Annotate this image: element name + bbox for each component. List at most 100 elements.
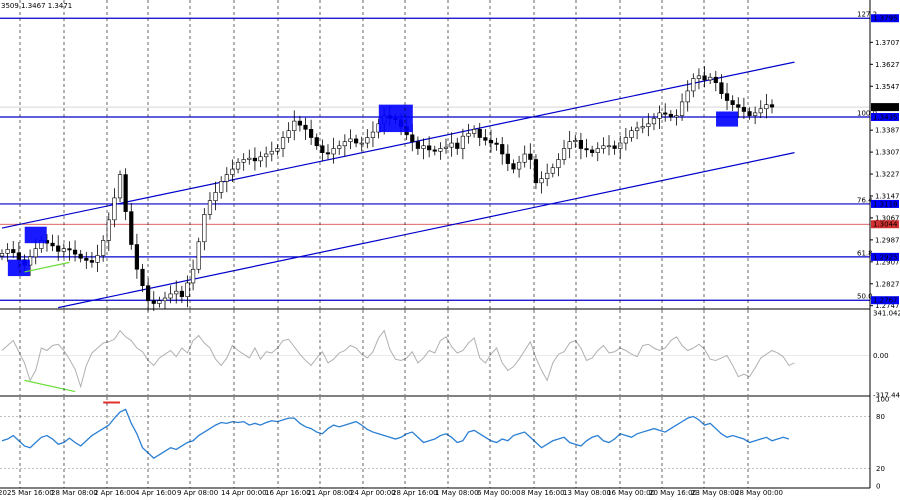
candle-body — [196, 241, 201, 270]
candle-body — [78, 253, 83, 259]
candle-body — [415, 141, 421, 149]
cci-panel — [0, 329, 870, 393]
y-tick-label: 1.3387 — [875, 127, 900, 135]
candle-body — [5, 249, 10, 254]
candle-body — [337, 145, 342, 149]
candle-body — [224, 174, 229, 182]
candle-body — [213, 192, 218, 201]
price-label: 1.3118 — [873, 200, 898, 208]
candle-body — [674, 115, 679, 118]
candle-body — [494, 142, 499, 145]
candle-body — [651, 118, 657, 125]
candle-body — [353, 138, 359, 144]
candle-body — [635, 127, 640, 131]
candle-body — [101, 240, 106, 256]
candle-body — [601, 145, 606, 149]
candle-body — [241, 159, 246, 163]
candle-body — [730, 100, 735, 105]
candle-body — [550, 167, 555, 174]
x-tick-label: 25 Mar 16:00 — [7, 489, 54, 497]
price-label: 1.3435 — [873, 113, 898, 121]
cci-tick-label: 0.00 — [873, 352, 889, 360]
y-tick-label: 1.3707 — [875, 39, 900, 47]
rsi-line — [1, 408, 790, 459]
candle-body — [449, 142, 454, 148]
candle-body — [134, 244, 139, 270]
candle-body — [719, 82, 724, 94]
price-label: 1.2767 — [873, 297, 898, 305]
x-tick-label: 21 Apr 08:00 — [307, 489, 353, 497]
candle-body — [370, 131, 376, 138]
candle-body — [443, 146, 449, 149]
candle-body — [590, 149, 595, 153]
rsi-panel — [0, 401, 870, 469]
x-tick-label: 28 Mar 08:00 — [51, 489, 98, 497]
candle-body — [606, 145, 612, 148]
candle-body — [185, 282, 190, 297]
y-tick-label: 1.3547 — [875, 83, 900, 91]
highlight-box — [378, 104, 413, 133]
highlight-box — [7, 259, 30, 277]
candle-body — [623, 137, 628, 144]
candle-body — [646, 123, 651, 127]
candle-body — [691, 78, 696, 92]
candle-body — [320, 145, 325, 153]
candle-body — [72, 249, 78, 255]
candle-body — [95, 255, 100, 263]
channel-line — [1, 61, 795, 229]
candle-body — [769, 104, 775, 108]
candle-body — [472, 129, 477, 134]
candle-body — [247, 157, 252, 160]
candle-body — [438, 148, 443, 152]
candle-body — [427, 145, 432, 151]
candle-body — [359, 142, 364, 145]
candle-body — [668, 113, 673, 118]
candle-body — [309, 129, 314, 138]
x-tick-label: 24 Apr 00:00 — [350, 489, 396, 497]
candle-body — [612, 145, 617, 149]
candle-body — [123, 174, 128, 212]
candle-body — [252, 157, 258, 162]
candle-body — [157, 300, 162, 304]
x-tick-label: 2 Apr 16:00 — [94, 489, 135, 497]
candle-body — [67, 248, 72, 251]
y-tick-label: 1.2987 — [875, 236, 900, 244]
candle-body — [303, 124, 308, 130]
candle-body — [202, 214, 207, 243]
candle-body — [516, 161, 522, 170]
candle-body — [522, 153, 527, 163]
candle-body — [179, 290, 184, 297]
candle-body — [663, 112, 668, 115]
x-tick-label: 20 — [0, 489, 7, 497]
price-label: 1.2925 — [873, 253, 898, 261]
x-tick-label: 16 May 00:00 — [607, 489, 655, 497]
candle-body — [140, 268, 145, 286]
candle-body — [190, 268, 196, 284]
y-tick-label: 1.3307 — [875, 149, 900, 157]
candle-body — [33, 248, 38, 258]
candle-body — [708, 76, 713, 81]
candle-body — [567, 141, 572, 149]
cci-divergence-line — [24, 379, 76, 393]
candle-body — [264, 153, 269, 158]
rsi-tick-label: 20 — [876, 465, 885, 473]
candle-body — [545, 172, 550, 180]
candle-body — [758, 108, 763, 114]
x-tick-label: 14 Apr 00:00 — [221, 489, 267, 497]
candle-body — [275, 148, 280, 152]
x-tick-label: 1 May 08:00 — [435, 489, 479, 497]
x-tick-label: 4 Apr 16:00 — [135, 489, 176, 497]
price-label: 1.3044 — [873, 221, 898, 229]
candle-body — [528, 153, 533, 160]
candle-body — [348, 138, 353, 142]
channel-line — [58, 152, 795, 309]
candle-body — [736, 104, 741, 108]
candle-body — [0, 253, 5, 257]
x-tick-label: 23 May 08:00 — [691, 489, 739, 497]
candle-body — [280, 137, 286, 149]
candle-body — [505, 153, 510, 164]
candle-body — [84, 257, 89, 261]
candle-body — [533, 159, 539, 184]
x-tick-label: 6 May 00:00 — [477, 489, 521, 497]
candle-body — [764, 104, 769, 110]
